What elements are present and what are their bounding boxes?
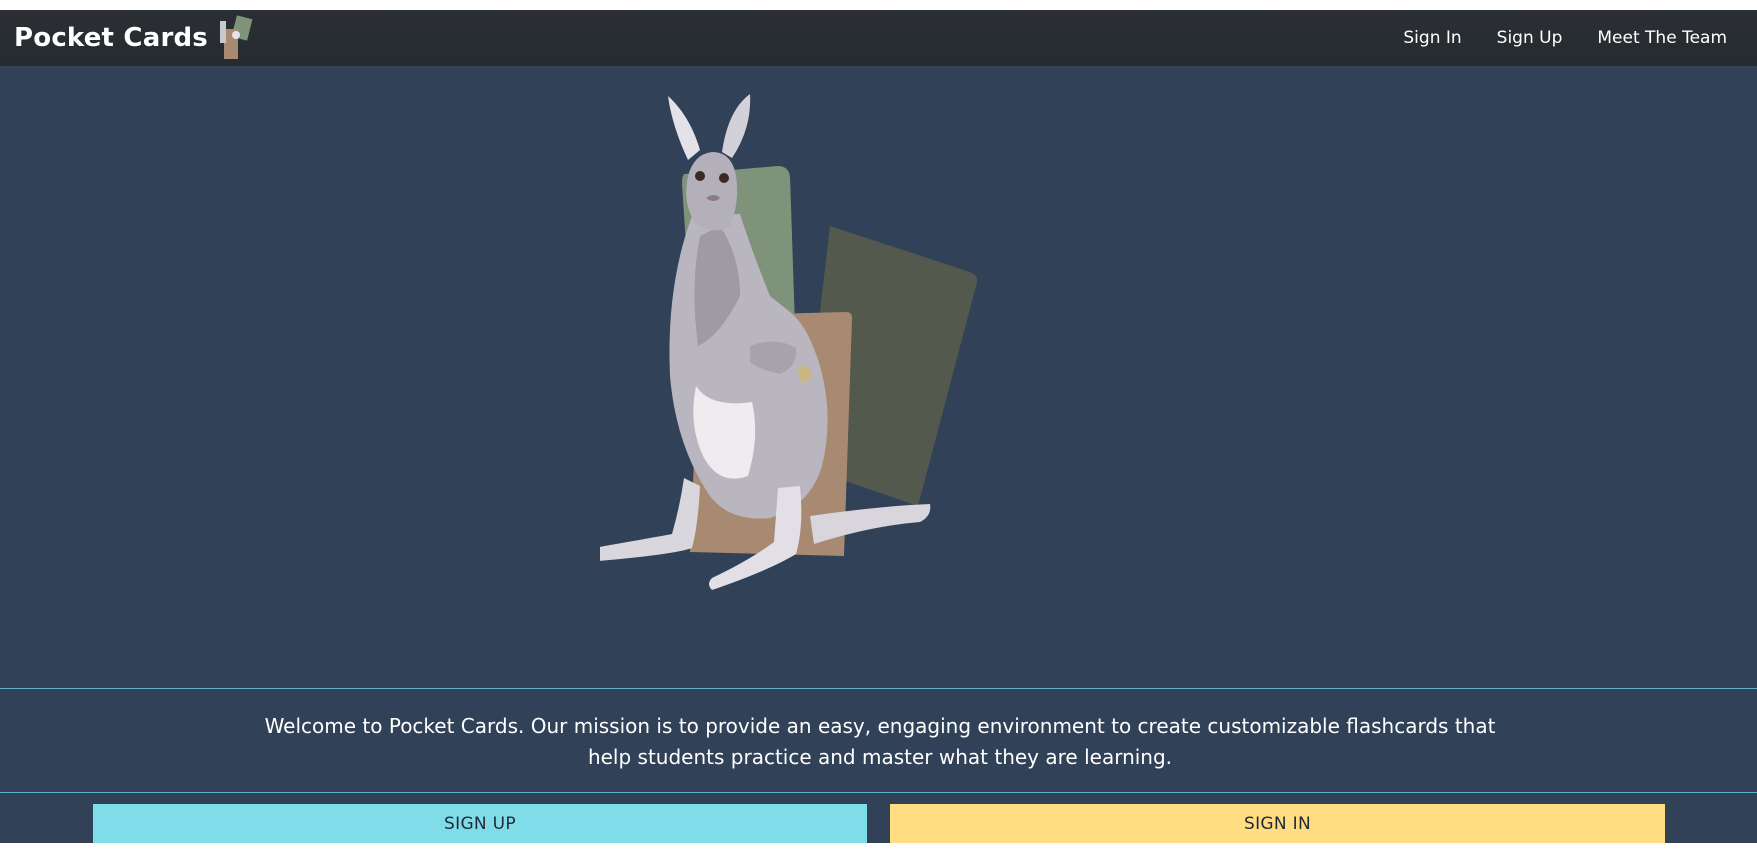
nav-sign-in-link[interactable]: Sign In [1403,28,1461,48]
brand-title: Pocket Cards [14,23,208,53]
sign-in-button[interactable]: SIGN IN [890,804,1665,844]
kangaroo-cards-logo-icon [219,15,253,59]
top-navbar: Pocket Cards Sign In Sign Up Meet The Te… [0,10,1757,66]
nav-meet-the-team-link[interactable]: Meet The Team [1597,28,1727,48]
nav-links: Sign In Sign Up Meet The Team [1368,10,1727,66]
sign-up-button[interactable]: SIGN UP [93,804,867,844]
actions-section: SIGN UP SIGN IN [0,793,1757,844]
hero-section [0,66,1757,688]
kangaroo-with-flashcards-illustration [600,94,978,590]
nav-sign-up-link[interactable]: Sign Up [1497,28,1563,48]
brand-home-link[interactable]: Pocket Cards [14,10,260,66]
mission-section: Welcome to Pocket Cards. Our mission is … [0,689,1757,792]
mission-statement: Welcome to Pocket Cards. Our mission is … [264,714,1496,769]
bottom-strip [0,843,1757,854]
page: Pocket Cards Sign In Sign Up Meet The Te… [0,0,1757,854]
